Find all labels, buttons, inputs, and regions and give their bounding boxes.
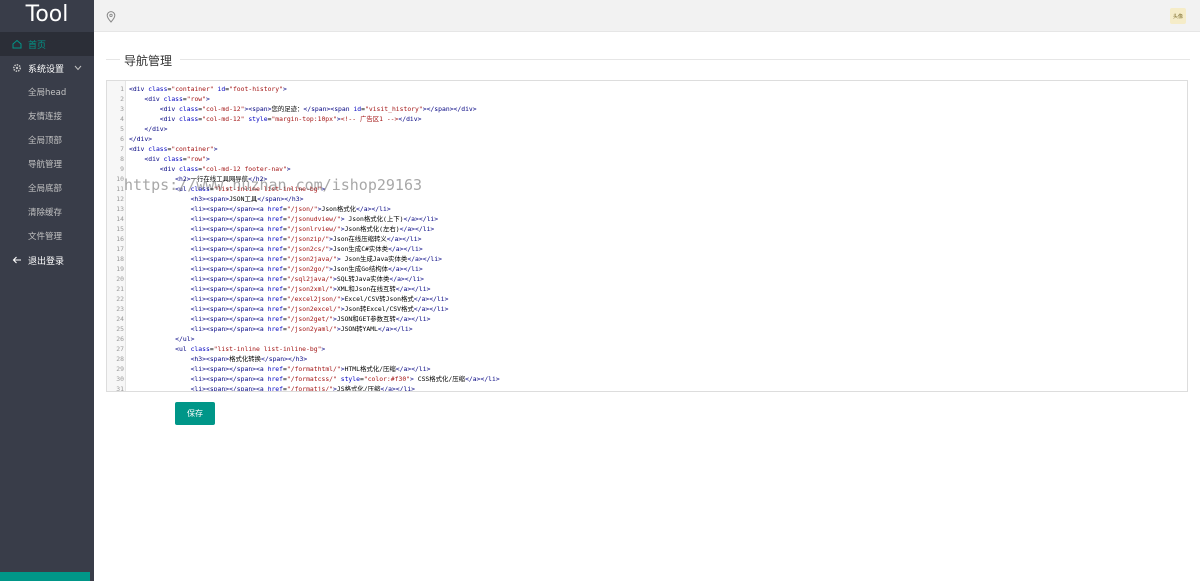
line-number: 1 <box>120 85 124 93</box>
line-number: 6 <box>120 135 124 143</box>
line-number: 24 <box>116 315 124 323</box>
code-line: <li><span></span><a href="/json2get/">JS… <box>190 315 431 323</box>
sidebar-sub-item-friend-links[interactable]: 友情连接 <box>0 104 94 128</box>
sidebar-item-system-settings[interactable]: 系统设置 <box>0 56 94 80</box>
line-number: 10 <box>116 175 124 183</box>
line-number: 26 <box>116 335 124 343</box>
code-line: <li><span></span><a href="/sql2java/">SQ… <box>190 275 425 283</box>
code-line: <li><span></span><a href="/jsonlrview/">… <box>190 225 435 233</box>
code-line: <div class="col-md-12 footer-nav"> <box>159 165 291 173</box>
gear-icon <box>12 63 22 73</box>
line-number: 13 <box>116 205 124 213</box>
line-number: 12 <box>116 195 124 203</box>
code-line: <li><span></span><a href="/json2java/"> … <box>190 255 442 263</box>
line-number: 28 <box>116 355 124 363</box>
app-logo: Tool <box>0 0 94 32</box>
sidebar: Tool 首页 系统设置 全局head 友情连接 全局顶部 导航管理 全局底部 … <box>0 0 94 581</box>
chevron-down-icon <box>74 65 82 71</box>
title-divider-left <box>106 59 120 60</box>
page-title: 导航管理 <box>124 54 173 68</box>
code-line: <li><span></span><a href="/json/">Json格式… <box>190 205 391 213</box>
code-line: <li><span></span><a href="/excel2json/">… <box>190 295 449 303</box>
sidebar-item-label: 首页 <box>28 40 47 51</box>
code-line: <ul class="list-inline list-inline-bg"> <box>175 185 326 193</box>
sidebar-item-label: 系统设置 <box>28 64 65 75</box>
code-line: <li><span></span><a href="/json2cs/">Jso… <box>190 245 423 253</box>
line-number: 3 <box>120 105 124 113</box>
line-number: 5 <box>120 125 124 133</box>
sidebar-bottom-bar <box>0 572 90 581</box>
line-number: 18 <box>116 255 124 263</box>
code-line: <li><span></span><a href="/json2go/">Jso… <box>190 265 423 273</box>
code-line: <div class="row"> <box>144 155 210 163</box>
code-line: </div> <box>129 135 153 143</box>
code-line: <div class="container" id="foot-history"… <box>129 85 287 93</box>
sidebar-sub-item-clear-cache[interactable]: 清除缓存 <box>0 200 94 224</box>
title-divider <box>180 59 1190 60</box>
line-number: 7 <box>120 145 124 153</box>
line-number: 31 <box>116 385 124 392</box>
sidebar-sub-item-nav-manage[interactable]: 导航管理 <box>0 152 94 176</box>
save-button[interactable]: 保存 <box>175 402 215 425</box>
line-number: 30 <box>116 375 124 383</box>
line-number: 8 <box>120 155 124 163</box>
code-line: <div class="container"> <box>129 145 218 153</box>
code-line: <h3><span>JSON工具</span></h3> <box>190 195 304 203</box>
code-line: <div class="col-md-12"><span>您的足迹：</span… <box>159 105 477 113</box>
line-number: 4 <box>120 115 124 123</box>
logout-button[interactable]: 退出登录 <box>0 248 94 272</box>
code-line: <h3><span>格式化转换</span></h3> <box>190 355 308 363</box>
code-line: <div class="row"> <box>144 95 210 103</box>
code-line: <ul class="list-inline list-inline-bg"> <box>175 345 326 353</box>
line-number: 23 <box>116 305 124 313</box>
main-content: 导航管理 1 <div class="container" id="foot-hi… <box>94 32 1200 581</box>
code-line: <li><span></span><a href="/formatcss/" s… <box>190 375 500 383</box>
line-number: 27 <box>116 345 124 353</box>
line-number: 15 <box>116 225 124 233</box>
code-line: <div class="col-md-12" style="margin-top… <box>159 115 422 123</box>
sidebar-sub-item-global-head[interactable]: 全局head <box>0 80 94 104</box>
sidebar-item-home[interactable]: 首页 <box>0 32 94 56</box>
line-number: 11 <box>116 185 124 193</box>
code-line: <h2>一行在线工具网导航</h2> <box>175 175 268 183</box>
logout-label: 退出登录 <box>28 256 65 267</box>
code-line: <li><span></span><a href="/formathtml/">… <box>190 365 431 373</box>
line-number: 14 <box>116 215 124 223</box>
sidebar-sub-item-global-bottom[interactable]: 全局底部 <box>0 176 94 200</box>
line-number: 25 <box>116 325 124 333</box>
code-line: </div> <box>144 125 168 133</box>
code-line: <li><span></span><a href="/json2yaml/">J… <box>190 325 413 333</box>
avatar[interactable]: 头像 <box>1170 8 1186 24</box>
code-line: <li><span></span><a href="/jsonzip/">Jso… <box>190 235 422 243</box>
code-line: <li><span></span><a href="/formatjs/">JS… <box>190 385 416 392</box>
line-number: 16 <box>116 235 124 243</box>
line-number: 21 <box>116 285 124 293</box>
arrow-left-icon <box>12 255 22 265</box>
line-number: 22 <box>116 295 124 303</box>
code-line: <li><span></span><a href="/json2xml/">XM… <box>190 285 431 293</box>
sidebar-sub-item-global-top[interactable]: 全局顶部 <box>0 128 94 152</box>
code-line: <li><span></span><a href="/jsonudview/">… <box>190 215 439 223</box>
sidebar-sub-item-file-manage[interactable]: 文件管理 <box>0 224 94 248</box>
topbar: 头像 <box>94 0 1200 32</box>
line-number: 17 <box>116 245 124 253</box>
code-line: </ul> <box>175 335 195 343</box>
line-number: 29 <box>116 365 124 373</box>
home-icon <box>12 39 22 49</box>
line-number: 2 <box>120 95 124 103</box>
line-number: 9 <box>120 165 124 173</box>
line-number: 19 <box>116 265 124 273</box>
code-editor[interactable]: 1 <div class="container" id="foot-history… <box>106 80 1188 392</box>
location-pin-icon[interactable] <box>106 10 116 23</box>
code-line: <li><span></span><a href="/json2excel/">… <box>190 305 449 313</box>
line-number: 20 <box>116 275 124 283</box>
